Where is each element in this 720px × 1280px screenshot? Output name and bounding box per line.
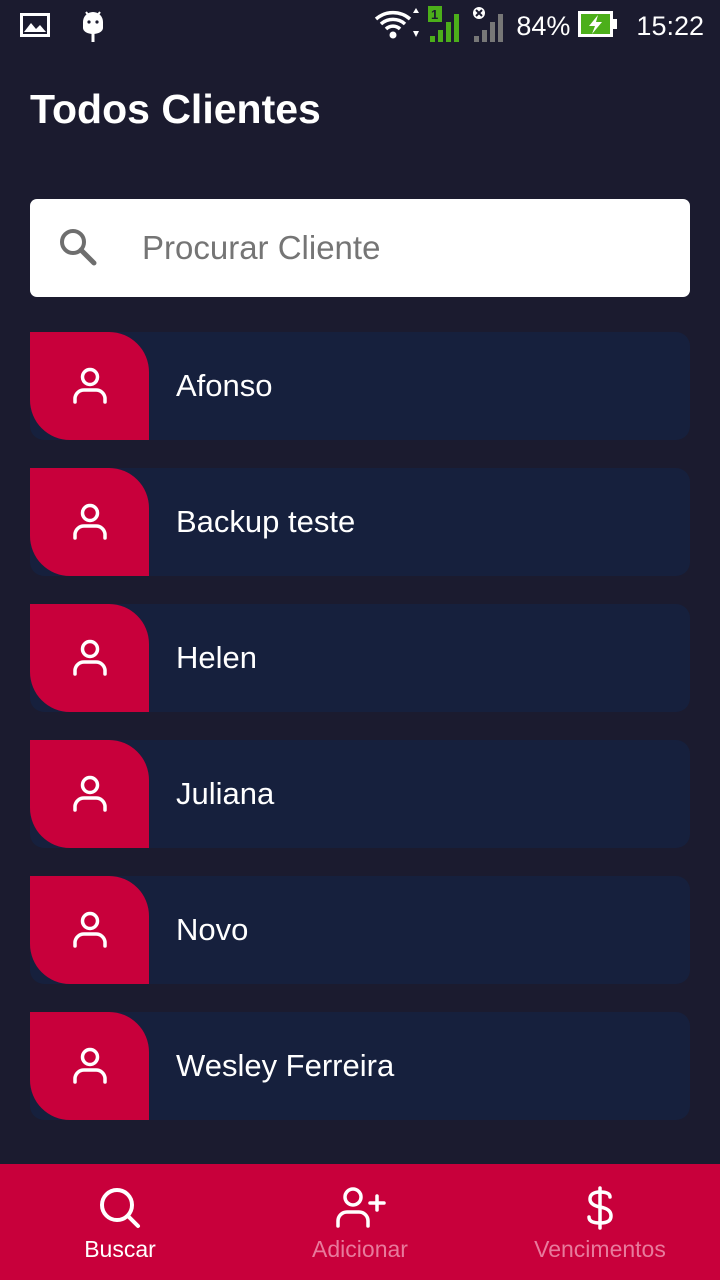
- nav-adicionar[interactable]: Adicionar: [240, 1164, 480, 1280]
- status-bar-right: 1 84% 15:22: [374, 5, 704, 47]
- search-bar[interactable]: [30, 199, 690, 297]
- client-card[interactable]: Juliana: [30, 740, 690, 848]
- client-avatar: [30, 1012, 149, 1120]
- app-screen: 1 84% 15:22 Todos Clientes Procurar Clie…: [0, 0, 720, 1280]
- client-card[interactable]: Wesley Ferreira: [30, 1012, 690, 1120]
- nav-vencimentos[interactable]: Vencimentos: [480, 1164, 720, 1280]
- sim-slot-label: 1: [431, 7, 438, 22]
- client-avatar: [30, 876, 149, 984]
- status-bar-left: [20, 8, 106, 47]
- search-icon: [100, 1188, 140, 1228]
- nav-label: Buscar: [84, 1236, 156, 1262]
- clock: 15:22: [636, 10, 704, 41]
- nav-label: Adicionar: [312, 1236, 408, 1262]
- page-title: Todos Clientes: [30, 86, 321, 132]
- wifi-icon: [374, 7, 420, 46]
- client-card[interactable]: Afonso: [30, 332, 690, 440]
- search-input[interactable]: [142, 219, 662, 277]
- client-name: Juliana: [176, 776, 275, 811]
- client-name: Helen: [176, 640, 257, 675]
- client-avatar: [30, 332, 149, 440]
- cellular-signal-icon: 1: [428, 5, 464, 47]
- nav-buscar[interactable]: Buscar: [0, 1164, 240, 1280]
- user-icon: [72, 639, 107, 676]
- client-name: Afonso: [176, 368, 273, 403]
- user-plus-icon: [336, 1187, 386, 1228]
- nav-label: Vencimentos: [534, 1236, 666, 1262]
- user-icon: [72, 775, 107, 812]
- client-name: Novo: [176, 912, 249, 947]
- battery-percent: 84%: [516, 10, 571, 41]
- gallery-notification-icon: [20, 13, 50, 42]
- second-sim-no-signal-icon: [472, 6, 508, 47]
- status-bar: 1 84% 15:22: [0, 0, 720, 52]
- client-name: Wesley Ferreira: [176, 1048, 395, 1083]
- client-list: Afonso Backup teste Helen Juliana Novo W…: [30, 332, 690, 1148]
- client-card[interactable]: Helen: [30, 604, 690, 712]
- dollar-icon: [587, 1186, 613, 1230]
- battery-charging-icon: [578, 10, 618, 42]
- user-icon: [72, 911, 107, 948]
- client-name: Backup teste: [176, 504, 356, 539]
- android-debug-icon: [80, 8, 106, 47]
- client-avatar: [30, 740, 149, 848]
- client-card[interactable]: Novo: [30, 876, 690, 984]
- search-icon: [58, 227, 98, 267]
- user-icon: [72, 1047, 107, 1084]
- client-avatar: [30, 468, 149, 576]
- user-icon: [72, 503, 107, 540]
- client-avatar: [30, 604, 149, 712]
- client-card[interactable]: Backup teste: [30, 468, 690, 576]
- bottom-navigation: Buscar Adicionar Vencimentos: [0, 1164, 720, 1280]
- user-icon: [72, 367, 107, 404]
